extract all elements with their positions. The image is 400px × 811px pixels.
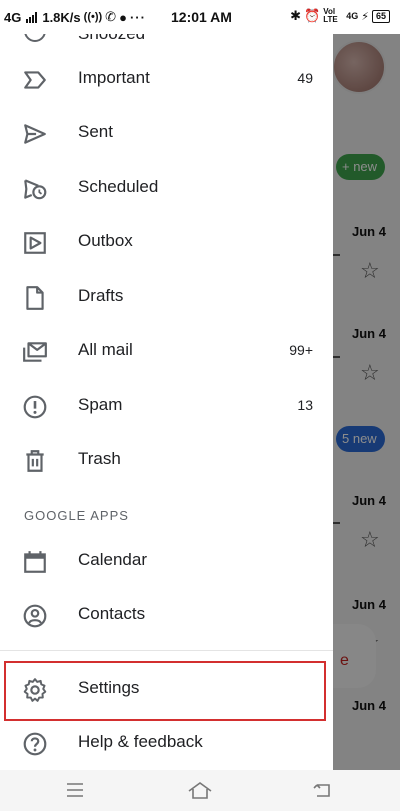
status-bar: 4G 1.8K/s ((•)) ✆ ● ··· 12:01 AM ✱ ⏰ Vol… — [0, 0, 400, 34]
drawer-item-label: All mail — [78, 340, 133, 359]
draft-icon — [22, 285, 48, 311]
contacts-icon — [22, 603, 48, 629]
drawer-item-spam[interactable]: Spam 13 — [0, 379, 333, 433]
status-right: ✱ ⏰ Vol LTE 4G ⚡ 65 — [290, 8, 390, 24]
drawer-item-label: Spam — [78, 395, 123, 414]
system-nav-bar — [0, 770, 400, 811]
outbox-icon — [22, 230, 48, 256]
clock-icon — [24, 34, 46, 42]
drawer-item-label: Contacts — [78, 604, 146, 623]
drawer-item-all-mail[interactable]: All mail 99+ — [0, 324, 333, 378]
drawer-item-trash[interactable]: Trash — [0, 433, 333, 487]
drawer-item-label: Sent — [78, 122, 113, 141]
network-type-2: 4G — [346, 11, 359, 21]
scheduled-send-icon — [22, 176, 48, 202]
drawer-item-important[interactable]: Important 49 — [0, 52, 333, 106]
navigation-drawer: Snoozed Important 49 Sent Scheduled Outb… — [0, 34, 333, 770]
back-nav-button[interactable] — [306, 778, 340, 802]
clock: 12:01 AM — [171, 9, 232, 25]
drawer-item-contacts[interactable]: Contacts — [0, 588, 333, 642]
important-label-icon — [22, 67, 48, 93]
drawer-item-label: Snoozed — [78, 34, 145, 42]
unread-count: 49 — [297, 70, 313, 86]
spam-icon — [22, 394, 48, 420]
settings-highlight-box — [4, 661, 326, 721]
trash-icon — [22, 448, 48, 474]
drawer-item-label: Important — [78, 68, 150, 87]
network-speed: 1.8K/s — [42, 9, 81, 25]
all-mail-icon — [22, 339, 48, 365]
hotspot-icon: ((•)) — [83, 11, 103, 23]
more-notifications-icon: ··· — [129, 9, 146, 25]
volte-indicator: Vol LTE — [323, 7, 338, 24]
drawer-item-snoozed[interactable]: Snoozed — [0, 34, 333, 42]
divider — [0, 650, 333, 651]
drawer-item-sent[interactable]: Sent — [0, 106, 333, 160]
alarm-icon: ⏰ — [304, 8, 321, 23]
signal-icon — [26, 11, 38, 23]
drawer-item-label: Scheduled — [78, 177, 159, 196]
bluetooth-icon: ✱ — [290, 8, 302, 23]
drawer-item-label: Trash — [78, 449, 121, 468]
drawer-item-label: Outbox — [78, 231, 133, 250]
calendar-icon — [22, 549, 48, 575]
send-icon — [22, 121, 48, 147]
unread-count: 99+ — [289, 342, 313, 358]
message-icon: ● — [119, 9, 127, 25]
drawer-item-drafts[interactable]: Drafts — [0, 270, 333, 324]
section-header-google-apps: GOOGLE APPS — [24, 508, 129, 523]
drawer-item-label: Drafts — [78, 286, 124, 305]
drawer-item-scheduled[interactable]: Scheduled — [0, 161, 333, 215]
status-left: 4G 1.8K/s ((•)) ✆ ● ··· — [4, 9, 146, 25]
home-nav-button[interactable] — [183, 778, 217, 802]
help-icon — [22, 731, 48, 757]
network-type: 4G — [4, 9, 22, 25]
drawer-item-label: Calendar — [78, 550, 147, 569]
charging-icon: ⚡ — [361, 10, 369, 23]
drawer-item-label: Help & feedback — [78, 732, 203, 751]
whatsapp-icon: ✆ — [105, 9, 117, 24]
battery-icon: 65 — [371, 9, 390, 23]
drawer-item-help-feedback[interactable]: Help & feedback — [0, 716, 333, 770]
drawer-item-calendar[interactable]: Calendar — [0, 534, 333, 588]
drawer-item-outbox[interactable]: Outbox — [0, 215, 333, 269]
unread-count: 13 — [297, 397, 313, 413]
menu-nav-button[interactable] — [58, 778, 92, 802]
